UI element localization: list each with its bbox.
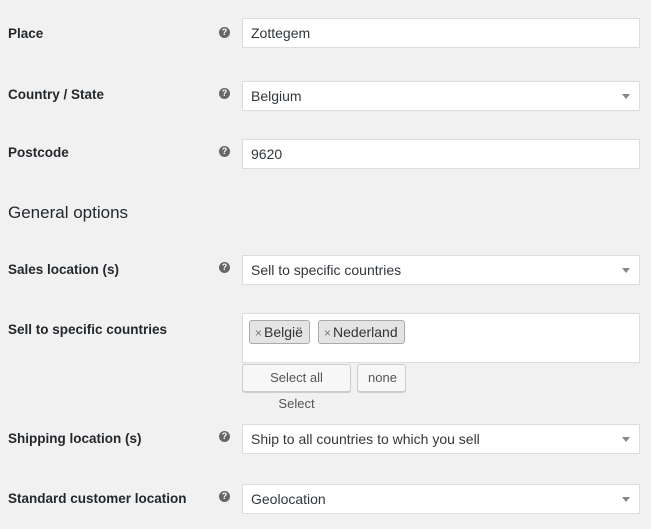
postcode-label: Postcode <box>8 145 69 160</box>
remove-icon[interactable]: × <box>255 326 262 340</box>
shipping-location-label: Shipping location (s) <box>8 431 142 446</box>
country-state-value: Belgium <box>251 88 302 104</box>
shipping-location-select[interactable]: Ship to all countries to which you sell <box>242 424 640 454</box>
select-none-button[interactable]: none <box>357 364 406 392</box>
help-icon[interactable]: ? <box>219 27 230 38</box>
postcode-input[interactable]: 9620 <box>242 139 640 169</box>
country-state-select[interactable]: Belgium <box>242 81 640 111</box>
place-label: Place <box>8 26 44 41</box>
sales-location-label: Sales location (s) <box>8 262 120 277</box>
customer-location-select[interactable]: Geolocation <box>242 484 640 514</box>
country-state-label: Country / State <box>8 87 105 102</box>
specific-countries-label: Sell to specific countries <box>8 322 168 337</box>
country-tag-label: België <box>264 324 303 340</box>
chevron-down-icon <box>622 94 630 99</box>
customer-location-value: Geolocation <box>251 491 326 507</box>
remove-icon[interactable]: × <box>324 326 331 340</box>
sales-location-value: Sell to specific countries <box>251 262 402 278</box>
help-icon[interactable]: ? <box>219 146 230 157</box>
select-all-button[interactable]: Select all Select <box>242 364 351 411</box>
chevron-down-icon <box>622 268 630 273</box>
help-icon[interactable]: ? <box>219 431 230 442</box>
country-tag: × Nederland <box>318 320 405 344</box>
country-tag: × België <box>249 320 310 344</box>
help-icon[interactable]: ? <box>219 88 230 99</box>
chevron-down-icon <box>622 497 630 502</box>
help-icon[interactable]: ? <box>219 491 230 502</box>
help-icon[interactable]: ? <box>219 262 230 273</box>
section-title: General options <box>8 203 129 222</box>
chevron-down-icon <box>622 437 630 442</box>
shipping-location-value: Ship to all countries to which you sell <box>251 431 480 447</box>
sales-location-select[interactable]: Sell to specific countries <box>242 255 640 285</box>
country-tag-label: Nederland <box>333 324 398 340</box>
customer-location-label: Standard customer location <box>8 491 187 506</box>
place-input[interactable]: Zottegem <box>242 18 640 48</box>
specific-countries-multiselect[interactable]: × België × Nederland <box>242 313 640 363</box>
